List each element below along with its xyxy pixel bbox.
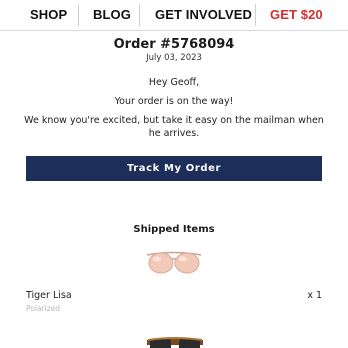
item-name: Tiger Lisa <box>26 290 72 301</box>
item-variant: Polarized <box>26 304 61 313</box>
nav-promo-link[interactable]: GET $20 <box>270 7 323 22</box>
order-email: SHOP BLOG GET INVOLVED GET $20 Order #57… <box>0 0 348 348</box>
nav-divider <box>139 4 140 26</box>
tortoise-brown-sunglasses-image <box>147 337 203 348</box>
track-order-button[interactable]: Track My Order <box>26 156 322 181</box>
note-text: We know you're excited, but take it easy… <box>24 115 324 139</box>
top-nav: SHOP BLOG GET INVOLVED GET $20 <box>0 0 348 31</box>
order-number: Order #5768094 <box>113 37 235 52</box>
status-text: Your order is on the way! <box>114 96 234 107</box>
rose-tinted-sunglasses-image <box>146 251 202 274</box>
order-date: July 03, 2023 <box>146 53 202 63</box>
nav-get-involved-link[interactable]: GET INVOLVED <box>155 7 252 22</box>
item-quantity: x 1 <box>307 290 322 301</box>
nav-divider <box>255 4 256 26</box>
nav-divider <box>78 4 79 26</box>
nav-shop-link[interactable]: SHOP <box>30 7 67 22</box>
nav-blog-link[interactable]: BLOG <box>93 7 131 22</box>
shipped-items-heading: Shipped Items <box>133 224 215 235</box>
greeting-text: Hey Geoff, <box>148 77 200 88</box>
